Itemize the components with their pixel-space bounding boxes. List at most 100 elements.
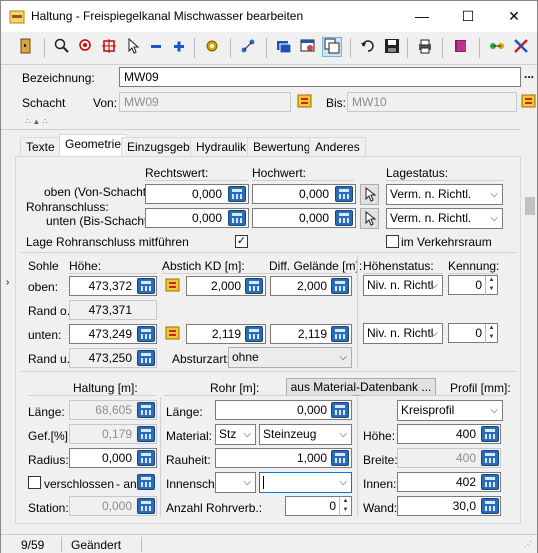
abstich-oben-icon[interactable] (164, 276, 182, 294)
material-name-value: Steinzeug (263, 427, 317, 441)
bezeichnung-label: Bezeichnung: (22, 71, 95, 85)
von-label: Von: (93, 96, 118, 110)
window-copy-icon[interactable] (322, 37, 342, 57)
pick-point-unten-button[interactable] (360, 208, 379, 229)
tools-icon[interactable] (512, 38, 530, 56)
profil-select[interactable]: Kreisprofil ⌵ (397, 400, 503, 421)
resize-grip-icon[interactable]: ⋰ (524, 540, 532, 549)
tab-texte[interactable]: Texte (20, 137, 61, 156)
calculator-icon[interactable] (228, 186, 246, 202)
splitter-handle[interactable]: ∴ ▲ ∴ (25, 117, 48, 126)
maximize-button[interactable]: ☐ (445, 1, 491, 32)
tab-bewertung[interactable]: Bewertung (247, 137, 317, 156)
profil-value: Kreisprofil (401, 403, 455, 417)
rohr-m-label: Rohr [m]: (210, 381, 260, 395)
calculator-icon[interactable] (137, 498, 155, 514)
innenschutz-label: Innensch.: (166, 477, 222, 491)
unten-lagestatus-value: Verm. n. Richtl. (390, 211, 472, 225)
calculator-icon[interactable] (331, 326, 349, 342)
window-list-icon[interactable] (275, 38, 293, 56)
scrollbar-thumb[interactable] (525, 197, 535, 215)
innenschutz-name-select[interactable]: ⌵ (259, 472, 352, 493)
calculator-icon[interactable] (228, 210, 246, 226)
calculator-icon[interactable] (137, 402, 155, 418)
lage-mitfuehren-checkbox[interactable]: ✓ (235, 235, 248, 248)
calculator-icon[interactable] (331, 278, 349, 294)
material-label: Material: (166, 429, 213, 443)
pick-schacht-von-icon[interactable] (296, 92, 314, 110)
absturzart-select[interactable]: ohne ⌵ (228, 347, 352, 368)
zoom-object-icon[interactable] (77, 38, 95, 56)
hoehenstatus-unten-select[interactable]: Niv. n. Richtl ⌵ (363, 323, 443, 344)
connect-icon[interactable] (488, 38, 506, 56)
calculator-icon[interactable] (335, 186, 353, 202)
chevron-down-icon: ⌵ (339, 477, 347, 488)
more-button[interactable]: ... (524, 67, 534, 81)
crosshair-icon[interactable] (100, 38, 118, 56)
calculator-icon[interactable] (137, 326, 155, 342)
chevron-down-icon: ⌵ (243, 477, 251, 488)
calculator-icon[interactable] (481, 426, 499, 442)
pointer-icon[interactable] (124, 37, 142, 56)
tab-geometrie[interactable]: Geometrie (59, 134, 128, 157)
print-icon[interactable] (416, 38, 434, 56)
exit-icon[interactable] (17, 38, 35, 56)
calculator-icon[interactable] (335, 210, 353, 226)
hoehenstatus-oben-select[interactable]: Niv. n. Richtl ⌵ (363, 275, 443, 296)
unten-lagestatus-select[interactable]: Verm. n. Richtl. ⌵ (386, 208, 503, 229)
verkehrsraum-checkbox[interactable] (386, 235, 399, 248)
calculator-icon[interactable] (481, 498, 499, 514)
minus-icon[interactable] (147, 38, 165, 56)
schacht-label: Schacht (22, 96, 66, 110)
save-icon[interactable] (383, 38, 401, 56)
calculator-icon[interactable] (481, 474, 499, 490)
calculator-icon[interactable] (245, 278, 263, 294)
minimize-button[interactable]: — (399, 1, 445, 32)
window-edit-icon[interactable] (299, 38, 317, 56)
expand-arrow-icon[interactable]: › (6, 277, 9, 288)
abstich-unten-icon[interactable] (164, 324, 182, 342)
calculator-icon[interactable] (331, 450, 349, 466)
material-datenbank-button[interactable]: aus Material-Datenbank ... (286, 378, 436, 396)
calculator-icon[interactable] (137, 474, 155, 490)
bezeichnung-input[interactable]: MW09 (119, 67, 521, 87)
status-bar: 9/59 Geändert ⋰ (1, 534, 537, 553)
zoom-icon[interactable] (53, 38, 71, 56)
calculator-icon[interactable] (137, 350, 155, 366)
bis-schacht-input[interactable]: MW10 (347, 92, 517, 112)
tab-anderes[interactable]: Anderes (309, 137, 366, 156)
radius-label: Radius: (28, 453, 69, 467)
hoehenstatus-unten-value: Niv. n. Richtl (367, 326, 434, 340)
calculator-icon[interactable] (137, 426, 155, 442)
rechtswert-label: Rechtswert: (145, 166, 209, 180)
tab-hydraulik[interactable]: Hydraulik (190, 137, 253, 156)
undo-icon[interactable] (359, 38, 377, 56)
plus-icon[interactable] (170, 38, 188, 56)
calculator-icon[interactable] (245, 326, 263, 342)
haltung-laenge-label: Länge: (28, 405, 65, 419)
calculator-icon[interactable] (137, 450, 155, 466)
bis-label: Bis: (326, 96, 347, 110)
close-button[interactable]: ✕ (491, 1, 537, 32)
anzahl-rohrverb-spinner[interactable]: ▲ ▼ (339, 497, 351, 516)
pick-schacht-bis-icon[interactable] (520, 92, 538, 110)
kennung-unten-spinner[interactable]: ▲ ▼ (485, 324, 497, 343)
vertical-scrollbar[interactable] (523, 161, 537, 531)
oben-lagestatus-select[interactable]: Verm. n. Richtl. ⌵ (386, 184, 503, 205)
network-icon[interactable] (239, 38, 257, 56)
verschlossen-checkbox[interactable] (28, 476, 41, 489)
calculator-icon[interactable] (137, 278, 155, 294)
innenschutz-code-select[interactable]: ⌵ (215, 472, 256, 493)
book-icon[interactable] (452, 38, 470, 56)
material-name-select[interactable]: Steinzeug ⌵ (259, 424, 352, 445)
calculator-icon[interactable] (481, 450, 499, 466)
verschlossen-label: verschlossen (44, 477, 115, 491)
von-schacht-input[interactable]: MW09 (119, 92, 291, 112)
kennung-oben-spinner[interactable]: ▲ ▼ (485, 276, 497, 295)
pick-point-oben-button[interactable] (360, 184, 379, 205)
calculator-icon[interactable] (331, 402, 349, 418)
diff-gelaende-label: Diff. Gelände [m]: (269, 259, 363, 273)
settings-icon[interactable] (203, 38, 221, 56)
material-code-select[interactable]: Stz ⌵ (215, 424, 256, 445)
tab-einzugsgeb[interactable]: Einzugsgeb. (121, 137, 200, 156)
